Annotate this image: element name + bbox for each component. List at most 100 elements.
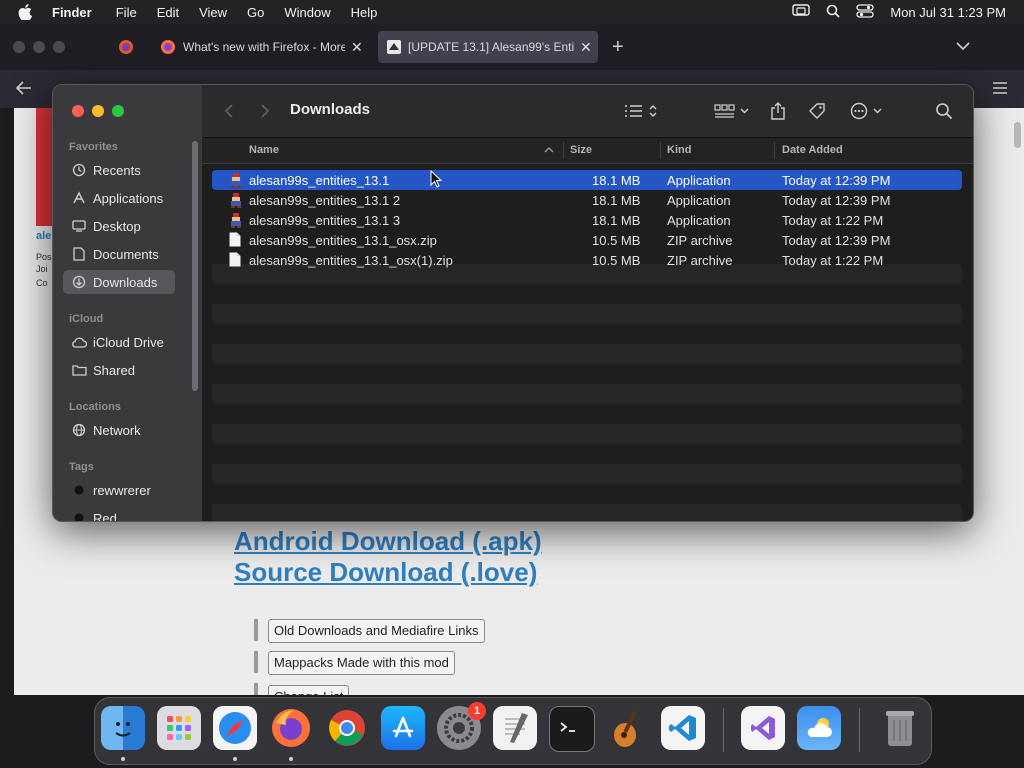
column-header-kind[interactable]: Kind bbox=[667, 144, 691, 156]
zoom-window-button[interactable] bbox=[112, 105, 124, 117]
menu-edit[interactable]: Edit bbox=[157, 5, 179, 20]
column-divider[interactable] bbox=[563, 142, 564, 159]
firefox-close-light[interactable] bbox=[13, 41, 25, 53]
column-header-date-added[interactable]: Date Added bbox=[782, 144, 843, 156]
column-divider[interactable] bbox=[774, 142, 775, 159]
file-list: alesan99s_entities_13.1 18.1 MB Applicat… bbox=[202, 164, 973, 521]
file-row[interactable]: alesan99s_entities_13.1 3 18.1 MB Applic… bbox=[212, 210, 962, 230]
tag-dot-icon bbox=[71, 510, 87, 521]
share-icon[interactable] bbox=[770, 101, 786, 121]
side-snippet-link[interactable]: ale bbox=[36, 230, 51, 242]
vscode-icon[interactable] bbox=[661, 706, 705, 750]
file-row[interactable]: alesan99s_entities_13.1_osx(1).zip 10.5 … bbox=[212, 250, 962, 270]
new-tab-icon[interactable]: + bbox=[612, 36, 624, 59]
sidebar-item-icloud-drive[interactable]: iCloud Drive bbox=[63, 330, 175, 354]
sidebar-item-documents[interactable]: Documents bbox=[63, 242, 175, 266]
running-indicator bbox=[121, 757, 125, 761]
forward-icon[interactable] bbox=[260, 101, 270, 121]
sidebar-item-applications[interactable]: Applications bbox=[63, 186, 175, 210]
sidebar-item-tag-rewwrerer[interactable]: rewwrerer bbox=[63, 478, 175, 502]
tab-update-13-1[interactable]: [UPDATE 13.1] Alesan99's Entit ✕ bbox=[378, 31, 598, 63]
menu-view[interactable]: View bbox=[199, 5, 227, 20]
more-actions-icon[interactable] bbox=[850, 101, 884, 121]
terminal-icon[interactable] bbox=[549, 706, 595, 752]
tab-close-icon[interactable]: ✕ bbox=[580, 39, 592, 56]
garageband-icon[interactable] bbox=[605, 706, 649, 750]
apple-menu-icon[interactable] bbox=[18, 4, 38, 20]
firefox-view-icon[interactable] bbox=[118, 39, 134, 60]
finder-main: Downloads Name Size Kind Date Added ales… bbox=[202, 85, 973, 521]
menu-bar: Finder File Edit View Go Window Help Mon… bbox=[0, 0, 1024, 24]
file-date-added: Today at 1:22 PM bbox=[782, 213, 884, 228]
file-name: alesan99s_entities_13.1 2 bbox=[249, 193, 401, 208]
finder-icon[interactable] bbox=[101, 706, 145, 750]
source-download-link[interactable]: Source Download (.love) bbox=[234, 557, 537, 588]
menu-app-name[interactable]: Finder bbox=[52, 5, 92, 20]
weather-icon[interactable] bbox=[797, 706, 841, 750]
app-menu-icon[interactable] bbox=[992, 81, 1008, 100]
mappacks-button[interactable]: Mappacks Made with this mod bbox=[268, 651, 455, 675]
sidebar-item-downloads[interactable]: Downloads bbox=[63, 270, 175, 294]
change-list-button[interactable]: Change List bbox=[268, 685, 350, 695]
file-row[interactable]: alesan99s_entities_13.1_osx.zip 10.5 MB … bbox=[212, 230, 962, 250]
empty-row bbox=[212, 384, 962, 404]
tag-icon[interactable] bbox=[808, 101, 826, 121]
list-view-icon[interactable] bbox=[624, 101, 658, 121]
cloud-icon bbox=[71, 334, 87, 350]
sidebar-scrollbar[interactable] bbox=[192, 141, 198, 391]
sidebar-item-recents[interactable]: Recents bbox=[63, 158, 175, 182]
textedit-icon[interactable] bbox=[493, 706, 537, 750]
tab-whats-new[interactable]: What's new with Firefox - More ✕ bbox=[150, 31, 372, 63]
list-all-tabs-icon[interactable] bbox=[956, 38, 970, 56]
firefox-minimize-light[interactable] bbox=[33, 41, 45, 53]
tab-close-icon[interactable]: ✕ bbox=[351, 39, 363, 56]
sidebar-item-label: Shared bbox=[93, 362, 135, 378]
sort-ascending-icon[interactable] bbox=[544, 145, 554, 157]
menu-go[interactable]: Go bbox=[247, 5, 264, 20]
applications-icon bbox=[71, 190, 87, 206]
menu-clock[interactable]: Mon Jul 31 1:23 PM bbox=[890, 5, 1006, 20]
trash-icon[interactable] bbox=[878, 706, 922, 750]
file-row[interactable]: alesan99s_entities_13.1 2 18.1 MB Applic… bbox=[212, 190, 962, 210]
close-window-button[interactable] bbox=[72, 105, 84, 117]
column-header-name[interactable]: Name bbox=[249, 144, 279, 156]
file-row[interactable]: alesan99s_entities_13.1 18.1 MB Applicat… bbox=[212, 170, 962, 190]
back-icon[interactable] bbox=[224, 101, 234, 121]
safari-icon[interactable] bbox=[213, 706, 257, 750]
menu-window[interactable]: Window bbox=[284, 5, 330, 20]
minimize-window-button[interactable] bbox=[92, 105, 104, 117]
back-icon[interactable] bbox=[15, 80, 33, 101]
file-name: alesan99s_entities_13.1_osx(1).zip bbox=[249, 253, 453, 268]
android-download-link[interactable]: Android Download (.apk) bbox=[234, 526, 542, 557]
app-icon bbox=[229, 192, 243, 208]
page-scrollbar[interactable] bbox=[1010, 108, 1024, 695]
firefox-zoom-light[interactable] bbox=[53, 41, 65, 53]
menu-help[interactable]: Help bbox=[351, 5, 378, 20]
empty-row bbox=[212, 304, 962, 324]
shared-folder-icon bbox=[71, 362, 87, 378]
spotlight-search-icon[interactable] bbox=[826, 4, 841, 21]
page-scrollbar-thumb[interactable] bbox=[1014, 122, 1021, 148]
firefox-icon[interactable] bbox=[269, 706, 313, 750]
app-store-icon[interactable] bbox=[381, 706, 425, 750]
old-downloads-button[interactable]: Old Downloads and Mediafire Links bbox=[268, 619, 485, 643]
launchpad-icon[interactable] bbox=[157, 706, 201, 750]
column-header-size[interactable]: Size bbox=[570, 144, 592, 156]
sidebar-item-desktop[interactable]: Desktop bbox=[63, 214, 175, 238]
empty-row bbox=[212, 504, 962, 521]
visual-studio-icon[interactable] bbox=[741, 706, 785, 750]
screen-mirroring-icon[interactable] bbox=[792, 3, 811, 21]
sidebar-item-network[interactable]: Network bbox=[63, 418, 175, 442]
running-indicator bbox=[233, 757, 237, 761]
sidebar-item-tag-red[interactable]: Red bbox=[63, 506, 175, 521]
control-center-icon[interactable] bbox=[856, 3, 875, 21]
side-snippet-text: Pos bbox=[36, 252, 52, 262]
page-favicon-icon bbox=[387, 40, 401, 54]
firefox-tab-icon bbox=[160, 39, 176, 55]
search-icon[interactable] bbox=[935, 101, 953, 121]
sidebar-item-shared[interactable]: Shared bbox=[63, 358, 175, 382]
menu-file[interactable]: File bbox=[116, 5, 137, 20]
group-icon[interactable] bbox=[714, 101, 750, 121]
column-divider[interactable] bbox=[660, 142, 661, 159]
chrome-icon[interactable] bbox=[325, 706, 369, 750]
